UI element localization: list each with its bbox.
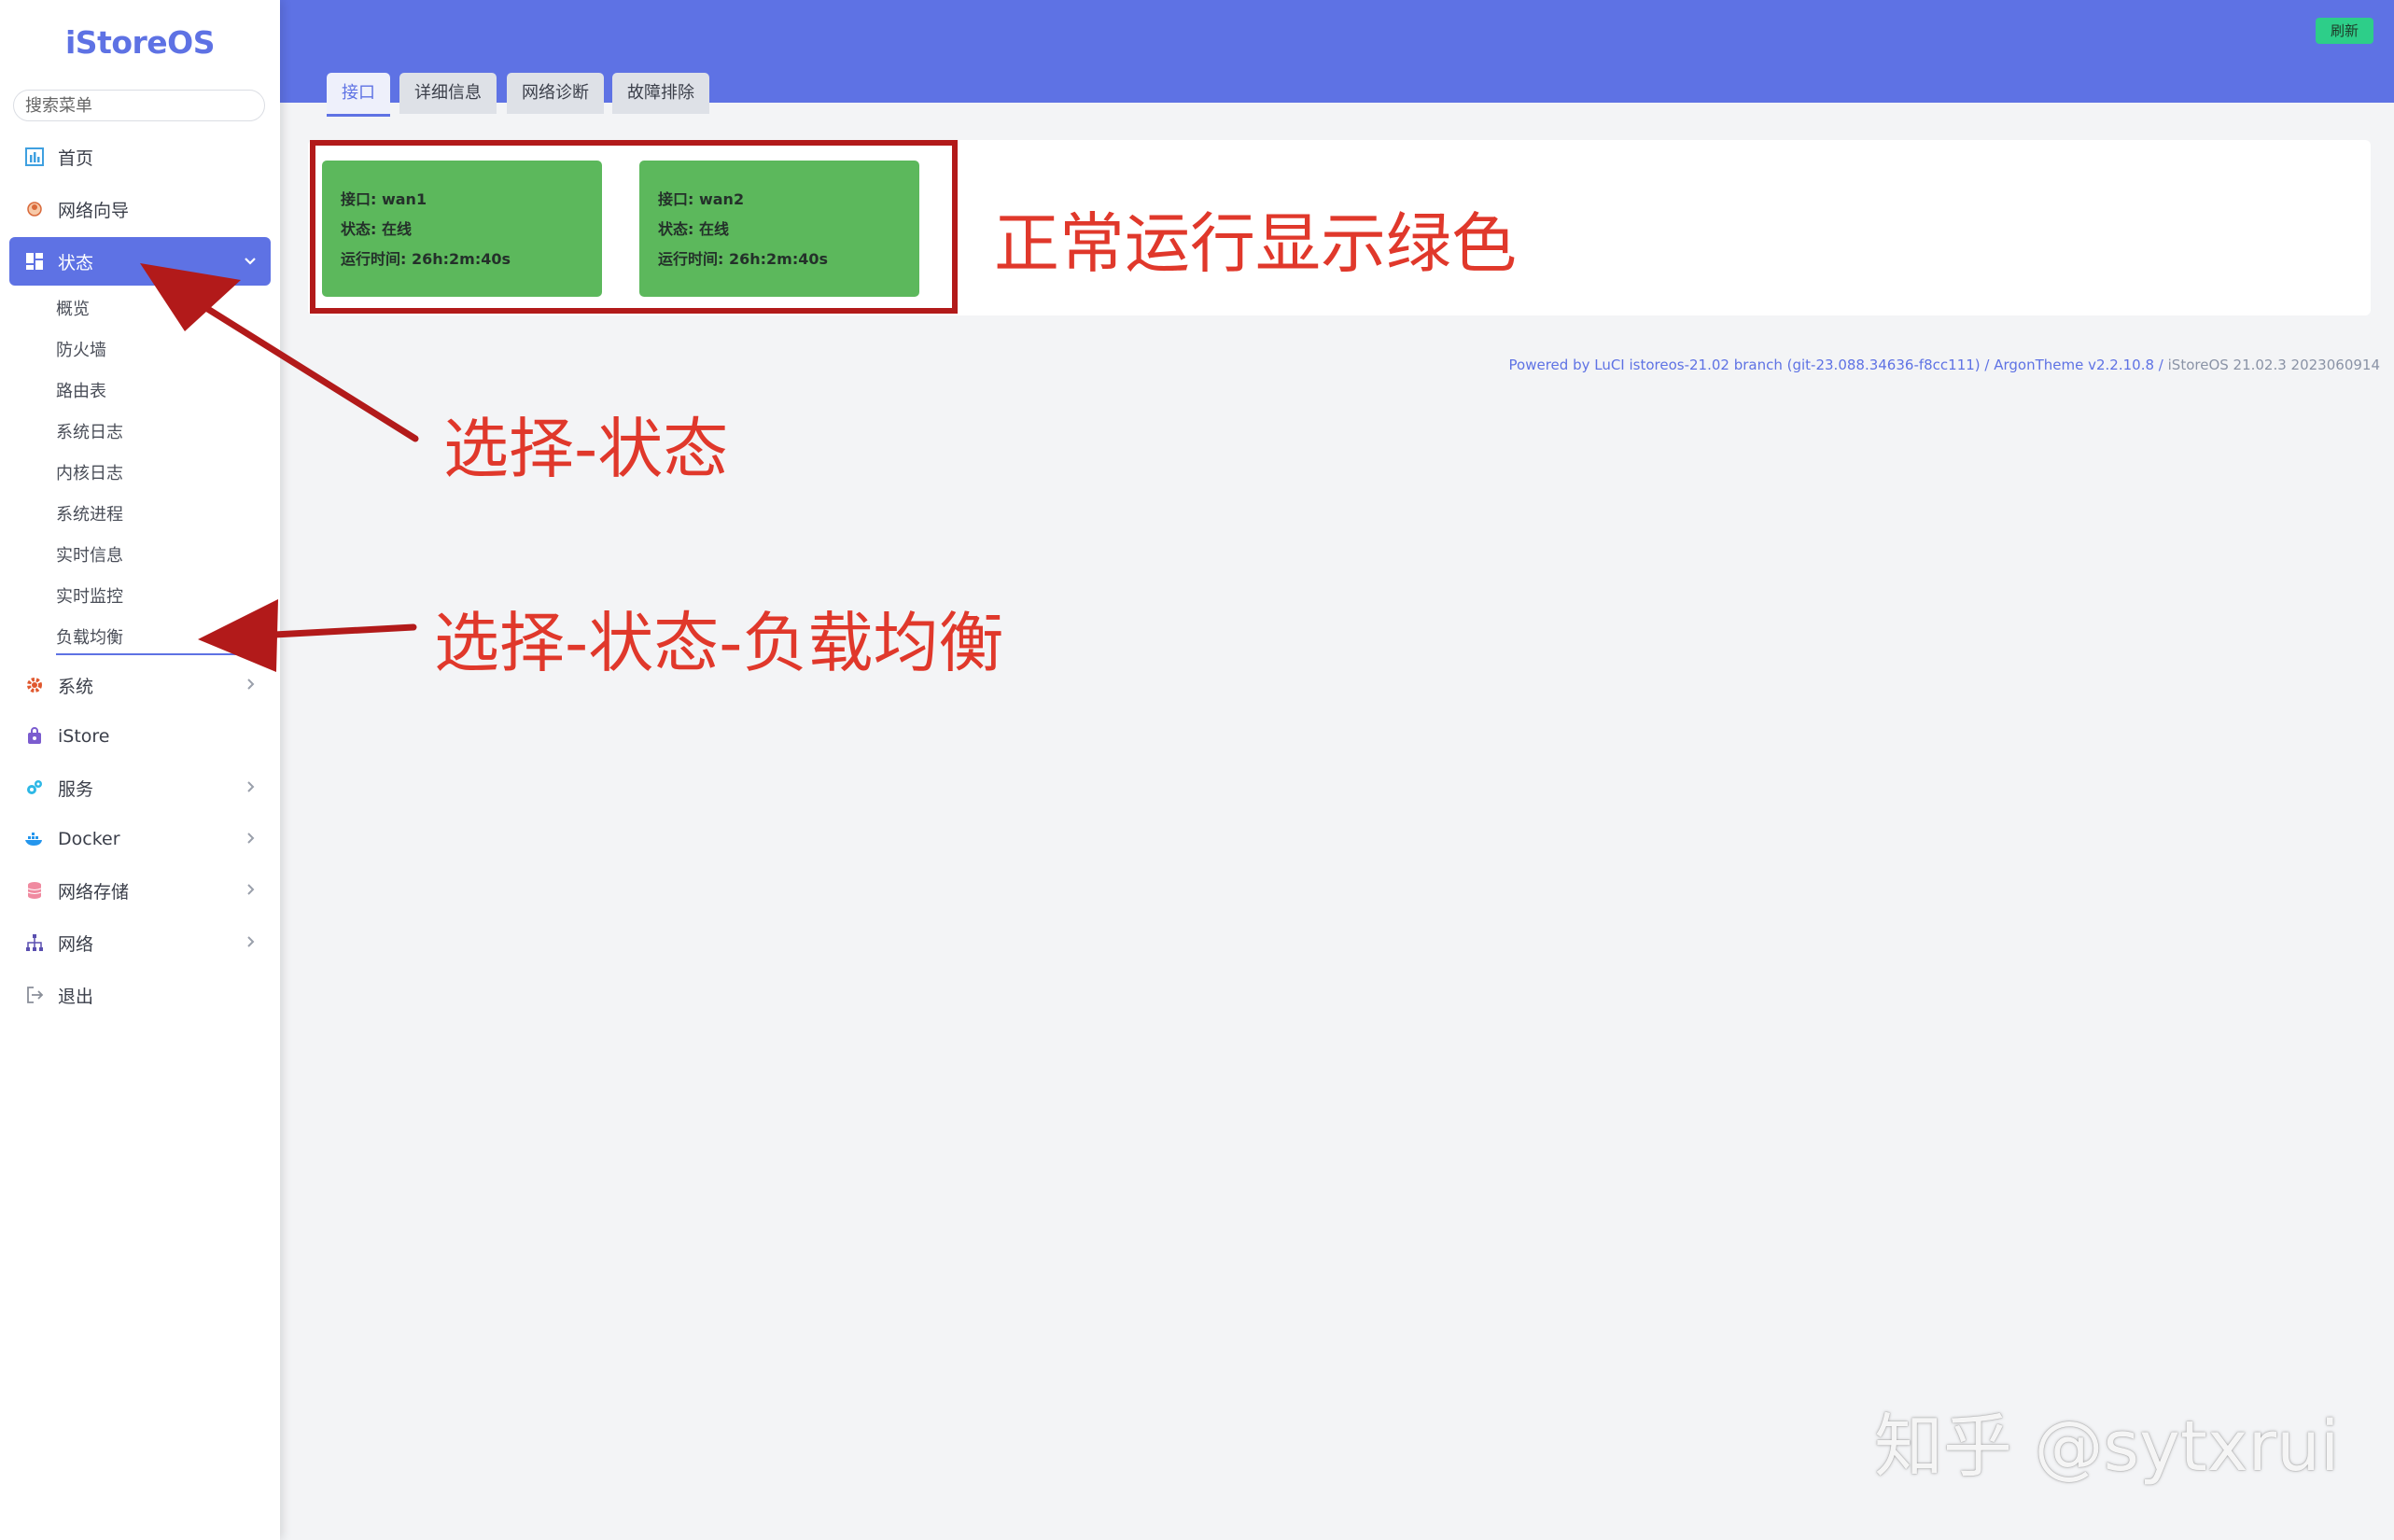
gears-icon — [24, 777, 45, 798]
submenu-item-overview[interactable]: 概览 — [56, 291, 271, 329]
menu-item-network-wizard[interactable]: 网络向导 — [9, 185, 271, 233]
chevron-right-icon — [245, 777, 258, 799]
chevron-right-icon — [245, 828, 258, 850]
annotation-select-status: 选择-状态 — [443, 411, 729, 487]
globe-pin-icon — [24, 199, 45, 219]
gear-icon — [24, 675, 45, 695]
menu-item-docker[interactable]: Docker — [9, 815, 271, 863]
refresh-button[interactable]: 刷新 — [2316, 18, 2373, 44]
menu-item-istore[interactable]: iStore — [9, 712, 271, 761]
tab-details[interactable]: 详细信息 — [399, 73, 497, 114]
app-logo[interactable]: iStoreOS — [0, 24, 280, 61]
page-footer: Powered by LuCI istoreos-21.02 branch (g… — [1509, 357, 2380, 373]
menu-label-network-storage: 网络存储 — [58, 881, 130, 903]
menu-item-home[interactable]: 首页 — [9, 133, 271, 181]
logout-icon — [24, 985, 45, 1005]
menu-item-services[interactable]: 服务 — [9, 763, 271, 812]
network-tree-icon — [24, 932, 45, 953]
menu-item-logout[interactable]: 退出 — [9, 971, 271, 1019]
menu-item-system[interactable]: 系统 — [9, 661, 271, 709]
menu-label-services: 服务 — [58, 778, 94, 800]
tab-interfaces[interactable]: 接口 — [327, 73, 390, 117]
submenu-item-kernel-log[interactable]: 内核日志 — [56, 455, 271, 493]
store-icon — [24, 726, 45, 747]
menu-item-network[interactable]: 网络 — [9, 918, 271, 967]
menu-item-status[interactable]: 状态 — [9, 237, 271, 286]
menu-label-home: 首页 — [58, 147, 94, 169]
submenu-item-firewall[interactable]: 防火墙 — [56, 332, 271, 370]
menu-label-istore: iStore — [58, 726, 110, 747]
submenu-item-system-log[interactable]: 系统日志 — [56, 414, 271, 452]
dashboard-grid-icon — [24, 251, 45, 272]
menu-label-system: 系统 — [58, 676, 94, 697]
annotation-highlight-box — [310, 140, 958, 314]
menu-label-docker: Docker — [58, 829, 120, 849]
submenu-item-load-balancing[interactable]: 负载均衡 — [56, 620, 271, 655]
submenu-item-realtime-info[interactable]: 实时信息 — [56, 538, 271, 575]
menu-label-network: 网络 — [58, 933, 94, 955]
chevron-right-icon — [245, 674, 258, 696]
footer-powered-by[interactable]: Powered by LuCI istoreos-21.02 branch (g… — [1509, 357, 2163, 373]
footer-version: iStoreOS 21.02.3 2023060914 — [2167, 357, 2380, 373]
submenu-item-processes[interactable]: 系统进程 — [56, 497, 271, 534]
menu-label-logout: 退出 — [58, 986, 94, 1007]
tab-network-diagnostics[interactable]: 网络诊断 — [507, 73, 604, 114]
search-menu-input[interactable] — [13, 90, 265, 121]
submenu-item-realtime-monitor[interactable]: 实时监控 — [56, 579, 271, 616]
database-icon — [24, 880, 45, 901]
chart-bar-icon — [24, 147, 45, 167]
annotation-green-note: 正常运行显示绿色 — [994, 205, 1517, 282]
zhihu-watermark: 知乎 @sytxrui — [1874, 1407, 2340, 1487]
menu-item-network-storage[interactable]: 网络存储 — [9, 866, 271, 915]
tab-troubleshooting[interactable]: 故障排除 — [612, 73, 709, 114]
chevron-right-icon — [245, 931, 258, 954]
chevron-right-icon — [245, 879, 258, 902]
menu-label-status: 状态 — [58, 252, 94, 273]
sidebar: iStoreOS 首页 网络向导 状态 概览 防火墙 路由表 系统日志 内核日志… — [0, 0, 280, 1540]
menu-label-network-wizard: 网络向导 — [58, 200, 130, 221]
chevron-down-icon — [243, 250, 258, 273]
annotation-select-load-balancing: 选择-状态-负载均衡 — [434, 605, 1004, 681]
docker-whale-icon — [24, 829, 45, 849]
submenu-item-routes[interactable]: 路由表 — [56, 373, 271, 411]
